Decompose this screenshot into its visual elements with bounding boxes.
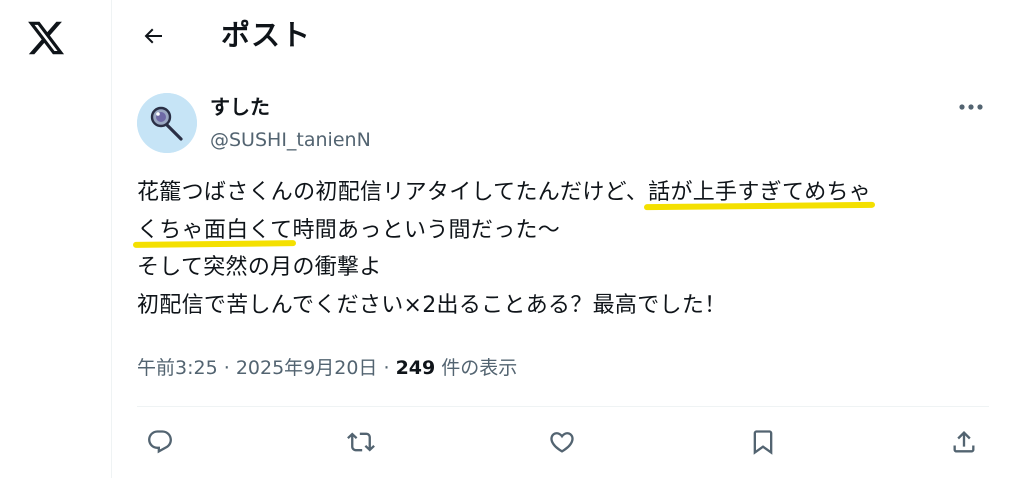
post-time[interactable]: 午前3:25 xyxy=(137,357,218,379)
repost-button[interactable] xyxy=(343,424,379,460)
meta-separator: · xyxy=(223,357,230,379)
page-title: ポスト xyxy=(221,18,312,52)
post-text-line: 花籠つばさくんの初配信リアタイしてたんだけど、話が上手すぎてめちゃ xyxy=(137,174,997,212)
back-button[interactable] xyxy=(135,18,171,54)
post-text: 花籠つばさくんの初配信リアタイしてたんだけど、話が上手すぎてめちゃ くちゃ面白く… xyxy=(137,174,997,324)
text-segment: 時間あっという間だった～ xyxy=(292,217,561,243)
reply-icon xyxy=(148,430,172,454)
arrow-left-icon xyxy=(144,28,162,44)
repost-icon xyxy=(347,432,375,452)
avatar[interactable] xyxy=(137,93,197,153)
header: ポスト xyxy=(113,0,1024,72)
text-segment: 花籠つばさくんの初配信リアタイしてたんだけど、 xyxy=(137,180,649,205)
author-display-name[interactable]: すした xyxy=(210,93,270,121)
author-handle[interactable]: @SUSHI_tanienN xyxy=(210,126,371,154)
more-horizontal-icon xyxy=(959,104,983,110)
highlighted-text: くちゃ面白くて xyxy=(137,217,293,243)
left-rail xyxy=(0,0,112,478)
heart-icon xyxy=(550,432,574,453)
magnifier-lollipop-avatar xyxy=(137,93,197,153)
reply-button[interactable] xyxy=(142,424,178,460)
share-button[interactable] xyxy=(946,424,982,460)
views-label: 件の表示 xyxy=(441,357,518,379)
post-text-line: そして突然の月の衝撃よ xyxy=(137,255,382,280)
divider xyxy=(137,406,989,407)
highlighted-text: 話が上手すぎてめちゃ xyxy=(648,180,872,205)
views-count: 249 xyxy=(395,357,436,379)
x-logo-icon[interactable] xyxy=(26,18,66,58)
bookmark-icon xyxy=(753,430,773,455)
post-date[interactable]: 2025年9月20日 xyxy=(236,357,378,379)
meta-separator: · xyxy=(383,357,390,379)
like-button[interactable] xyxy=(544,424,580,460)
bookmark-button[interactable] xyxy=(745,424,781,460)
post-meta: 午前3:25 · 2025年9月20日 · 249 件の表示 xyxy=(137,354,517,382)
more-options-button[interactable] xyxy=(951,90,991,124)
share-icon xyxy=(953,431,975,453)
post-text-line: くちゃ面白くて時間あっという間だった～ xyxy=(137,212,997,250)
post-text-line: 初配信で苦しんでください×2出ることある？最高でした！ xyxy=(137,292,727,318)
post-detail-column: ポスト すした @SUSHI_tanienN 花籠つばさくんの初配信リアタイして… xyxy=(113,0,1024,478)
